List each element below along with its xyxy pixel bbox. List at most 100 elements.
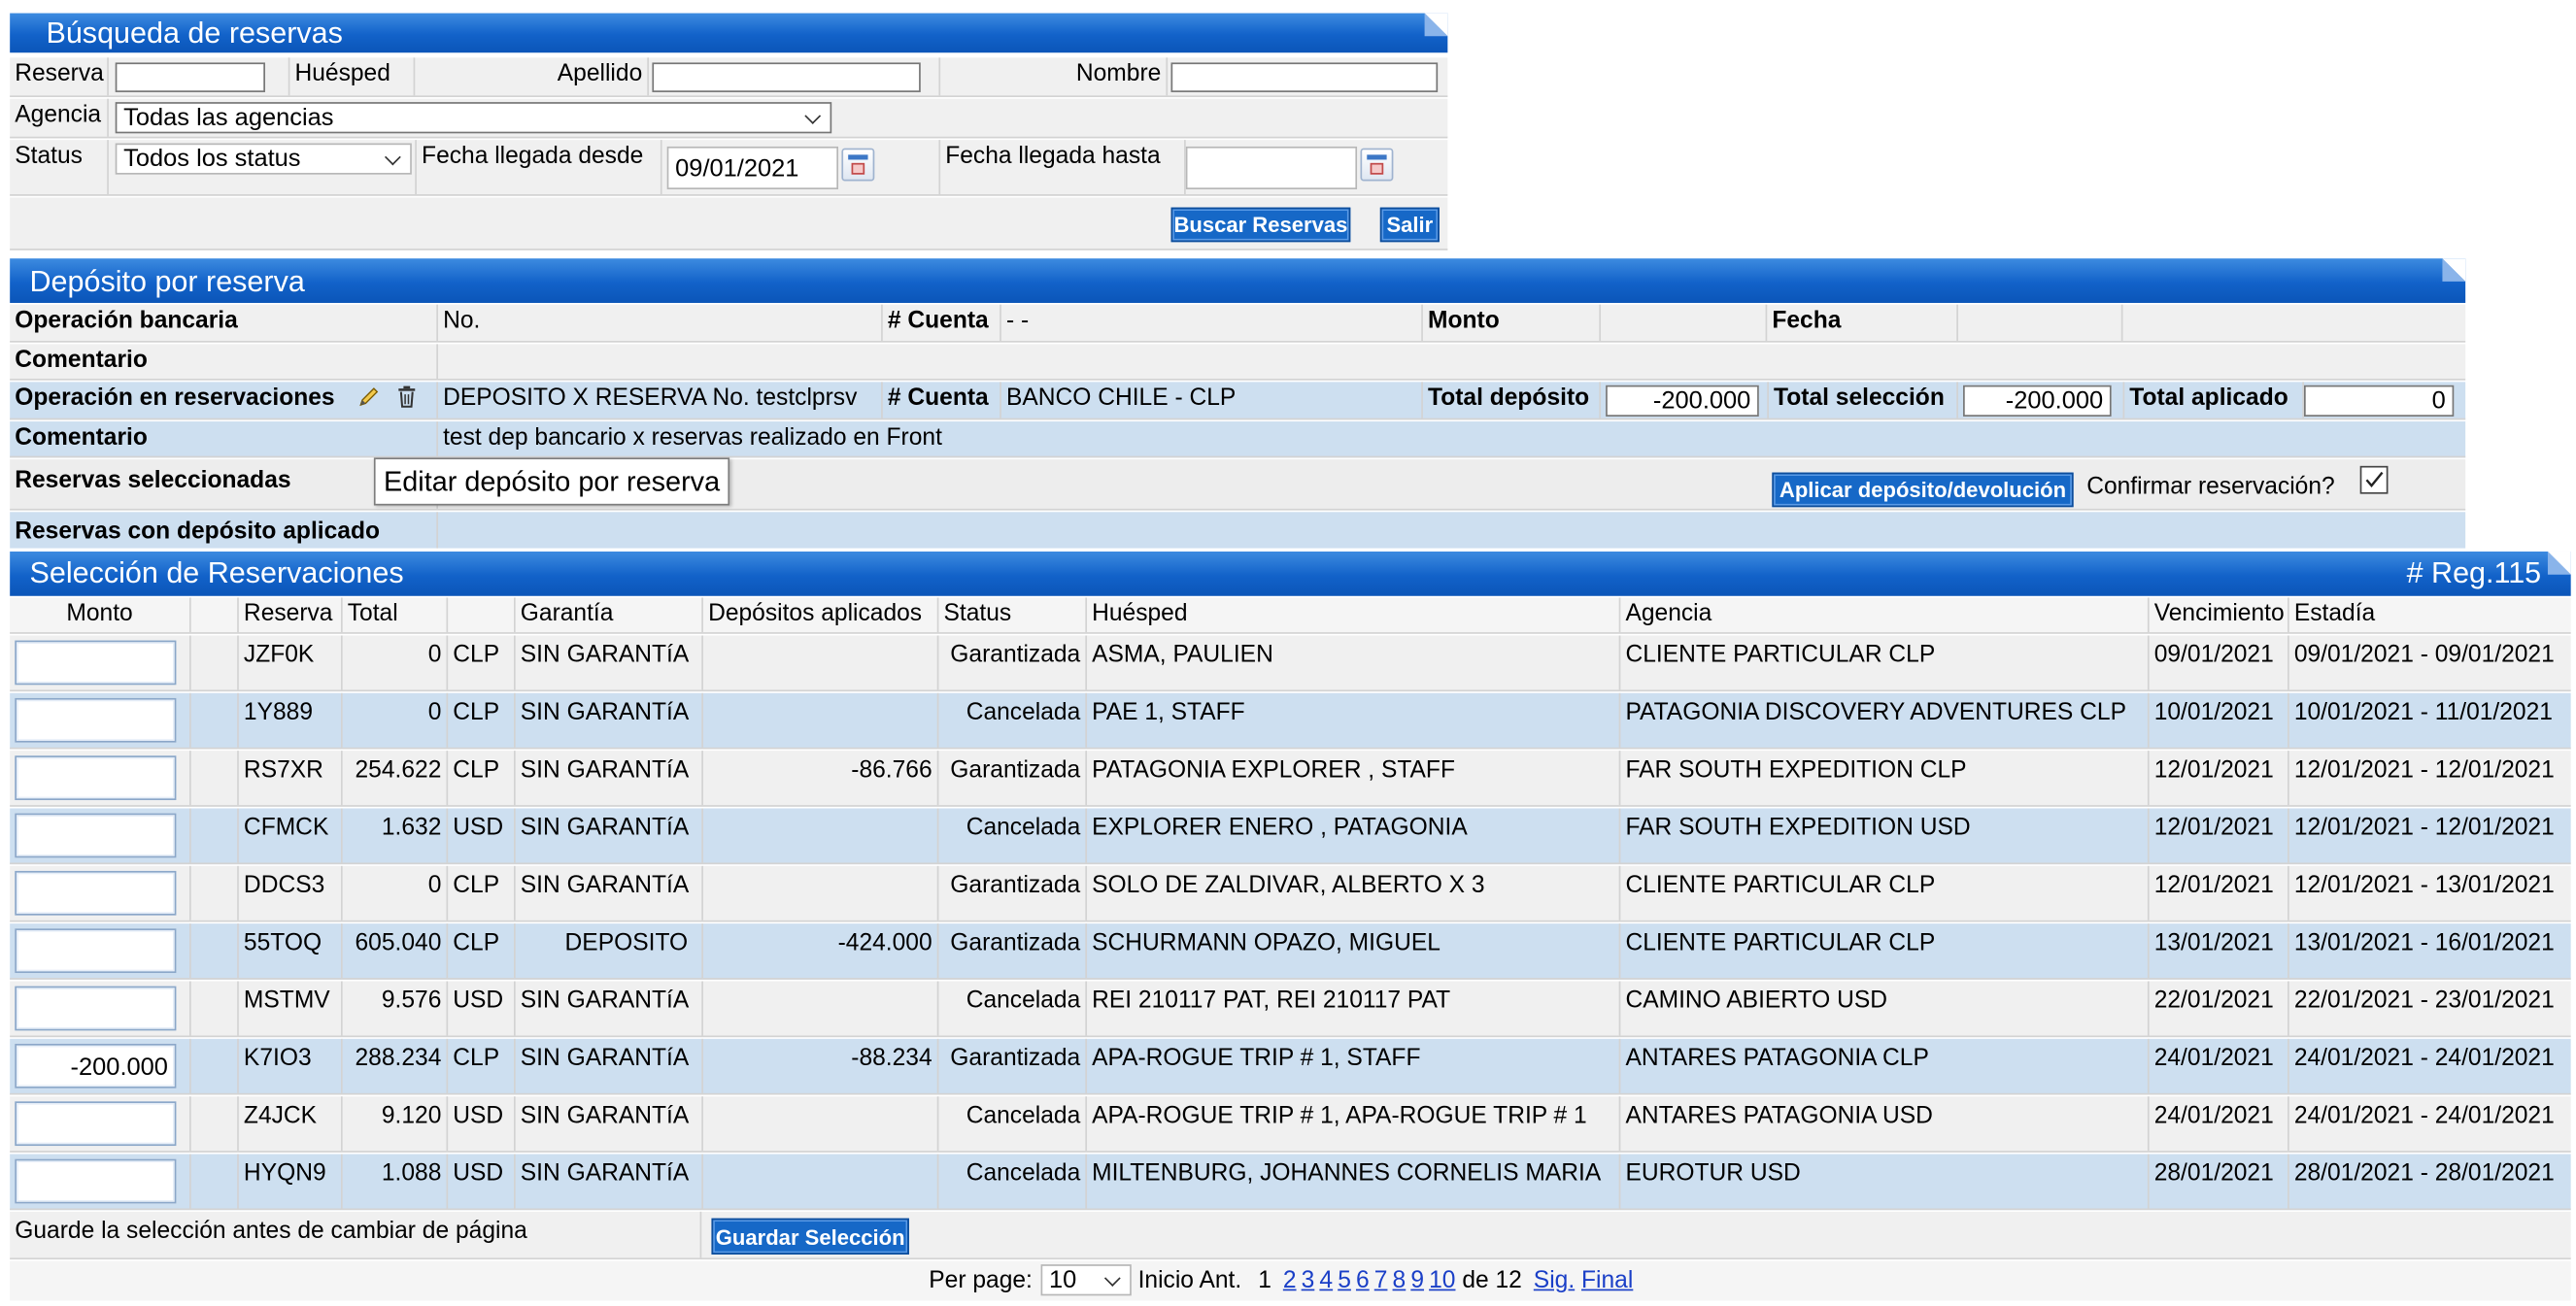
monto-input[interactable]: [15, 986, 177, 1031]
fecha-hasta-input[interactable]: [1185, 146, 1358, 189]
calendar-desde-icon[interactable]: [841, 148, 875, 182]
pager-page-link[interactable]: 6: [1356, 1268, 1370, 1294]
total-deposito-input[interactable]: -200.000: [1606, 385, 1759, 417]
table-row[interactable]: MSTMV 9.576 USD SIN GARANTíA Cancelada REI 21…: [10, 981, 2571, 1038]
cell-garantia: SIN GARANTíA: [516, 981, 703, 1036]
status-select[interactable]: Todos los status: [115, 143, 412, 175]
cell-agencia: CAMINO ABIERTO USD: [1620, 981, 2150, 1036]
total-aplicado-input[interactable]: 0: [2304, 385, 2455, 417]
col-reserva[interactable]: Reserva: [239, 597, 343, 633]
cell-moneda: CLP: [448, 865, 516, 921]
pager-page-link[interactable]: 2: [1283, 1268, 1297, 1294]
cell-blank: [191, 1154, 239, 1209]
pager-page-link[interactable]: 5: [1338, 1268, 1351, 1294]
table-row[interactable]: Z4JCK 9.120 USD SIN GARANTíA Cancelada APA-RO…: [10, 1096, 2571, 1153]
cell-blank: [191, 1096, 239, 1152]
total-seleccion-input[interactable]: -200.000: [1963, 385, 2112, 417]
monto-input[interactable]: [15, 697, 177, 743]
apellido-input[interactable]: [652, 62, 921, 92]
cell-blank: [191, 635, 239, 690]
table-row[interactable]: HYQN9 1.088 USD SIN GARANTíA Cancelada MILTEN…: [10, 1154, 2571, 1211]
cell-garantia: SIN GARANTíA: [516, 865, 703, 921]
calendar-hasta-icon[interactable]: [1360, 148, 1394, 182]
cell-total: 1.632: [343, 808, 449, 863]
status-label: Status: [10, 140, 109, 195]
fecha-desde-value: 09/01/2021: [675, 154, 799, 184]
monto-input[interactable]: [15, 1101, 177, 1147]
comentario-value: test dep bancario x reservas realizado e…: [443, 424, 942, 452]
agencia-select[interactable]: Todas las agencias: [115, 102, 832, 134]
fecha-label: Fecha: [1767, 304, 1958, 341]
col-status[interactable]: Status: [938, 597, 1088, 633]
cell-depositos: [703, 1154, 939, 1209]
pager-page-link[interactable]: 4: [1319, 1268, 1333, 1294]
col-estadia[interactable]: Estadía: [2289, 597, 2571, 632]
trash-icon[interactable]: [397, 385, 417, 409]
cell-depositos: -424.000: [703, 923, 939, 979]
fecha-desde-input[interactable]: 09/01/2021: [666, 146, 839, 189]
table-row[interactable]: JZF0K 0 CLP SIN GARANTíA Garantizada ASMA, PA…: [10, 635, 2571, 692]
confirmar-checkbox[interactable]: [2359, 465, 2389, 494]
monto-input[interactable]: [15, 870, 177, 916]
cell-depositos: [703, 1096, 939, 1152]
col-garantia[interactable]: Garantía: [516, 597, 703, 633]
edit-deposit-tooltip: Editar depósito por reserva: [373, 457, 730, 506]
table-row[interactable]: 55TOQ 605.040 CLP DEPOSITO -424.000 Garantiza…: [10, 923, 2571, 980]
col-huesped[interactable]: Huésped: [1087, 597, 1621, 633]
agencia-select-value: Todas las agencias: [123, 103, 334, 132]
edit-pencil-icon[interactable]: [357, 385, 381, 409]
nombre-input[interactable]: [1170, 62, 1439, 92]
pager-page-link[interactable]: 10: [1429, 1268, 1455, 1294]
buscar-reservas-button[interactable]: Buscar Reservas: [1170, 207, 1351, 243]
cell-status: Garantizada: [938, 865, 1088, 921]
table-row[interactable]: -200.000 K7IO3 288.234 CLP SIN GARANTíA -88.2…: [10, 1038, 2571, 1095]
guardar-seleccion-button[interactable]: Guardar Selección: [711, 1218, 909, 1255]
aplicar-deposito-button[interactable]: Aplicar depósito/devolución: [1772, 472, 2074, 508]
table-row[interactable]: RS7XR 254.622 CLP SIN GARANTíA -86.766 Garant…: [10, 751, 2571, 807]
pager-page-link[interactable]: 7: [1374, 1268, 1388, 1294]
pager-final-link[interactable]: Final: [1581, 1268, 1633, 1294]
nombre-label: Nombre: [938, 57, 1169, 96]
monto-input[interactable]: [15, 755, 177, 801]
pager-sig-link[interactable]: Sig.: [1534, 1268, 1575, 1294]
monto-input[interactable]: [15, 813, 177, 858]
cell-garantia: SIN GARANTíA: [516, 1096, 703, 1152]
cell-garantia: SIN GARANTíA: [516, 751, 703, 806]
cell-agencia: EUROTUR USD: [1620, 1154, 2150, 1209]
table-header-row: Monto Reserva Total Garantía Depósitos a…: [10, 597, 2571, 634]
per-page-select[interactable]: 10: [1040, 1264, 1132, 1296]
salir-button[interactable]: Salir: [1379, 207, 1440, 243]
cell-depositos: -86.766: [703, 751, 939, 806]
reserva-label: Reserva: [10, 57, 109, 96]
col-agencia[interactable]: Agencia: [1620, 597, 2150, 633]
cell-agencia: ANTARES PATAGONIA CLP: [1620, 1038, 2150, 1093]
monto-cell: [10, 751, 191, 806]
cell-reserva: Z4JCK: [239, 1096, 343, 1152]
col-monto[interactable]: Monto: [10, 597, 191, 633]
col-vencimiento[interactable]: Vencimiento: [2150, 597, 2289, 633]
cuenta-value-1: - -: [1001, 304, 1423, 341]
pager-page-link[interactable]: 9: [1410, 1268, 1424, 1294]
cell-total: 0: [343, 692, 449, 748]
reserva-input[interactable]: [115, 62, 265, 92]
cell-depositos: [703, 692, 939, 748]
col-total[interactable]: Total: [343, 597, 449, 633]
monto-value: [1601, 304, 1768, 341]
cell-reserva: 1Y889: [239, 692, 343, 748]
table-row[interactable]: CFMCK 1.632 USD SIN GARANTíA Cancelada EXPLOR…: [10, 808, 2571, 865]
cell-huesped: SCHURMANN OPAZO, MIGUEL: [1087, 923, 1621, 979]
monto-input[interactable]: [15, 640, 177, 686]
monto-input[interactable]: -200.000: [15, 1043, 177, 1088]
cuenta-label-1: # Cuenta: [883, 304, 1001, 341]
cell-estadia: 13/01/2021 - 16/01/2021: [2293, 929, 2555, 957]
col-depositos[interactable]: Depósitos aplicados: [703, 597, 939, 633]
cell-reserva: JZF0K: [239, 635, 343, 690]
pager-page-link[interactable]: 8: [1393, 1268, 1407, 1294]
monto-input[interactable]: [15, 928, 177, 974]
cell-moneda: USD: [448, 1096, 516, 1152]
cell-huesped: EXPLORER ENERO , PATAGONIA: [1087, 808, 1621, 863]
monto-input[interactable]: [15, 1158, 177, 1204]
pager-page-link[interactable]: 3: [1302, 1268, 1315, 1294]
table-row[interactable]: 1Y889 0 CLP SIN GARANTíA Cancelada PAE 1, STA…: [10, 692, 2571, 750]
table-row[interactable]: DDCS3 0 CLP SIN GARANTíA Garantizada SOLO DE …: [10, 865, 2571, 922]
